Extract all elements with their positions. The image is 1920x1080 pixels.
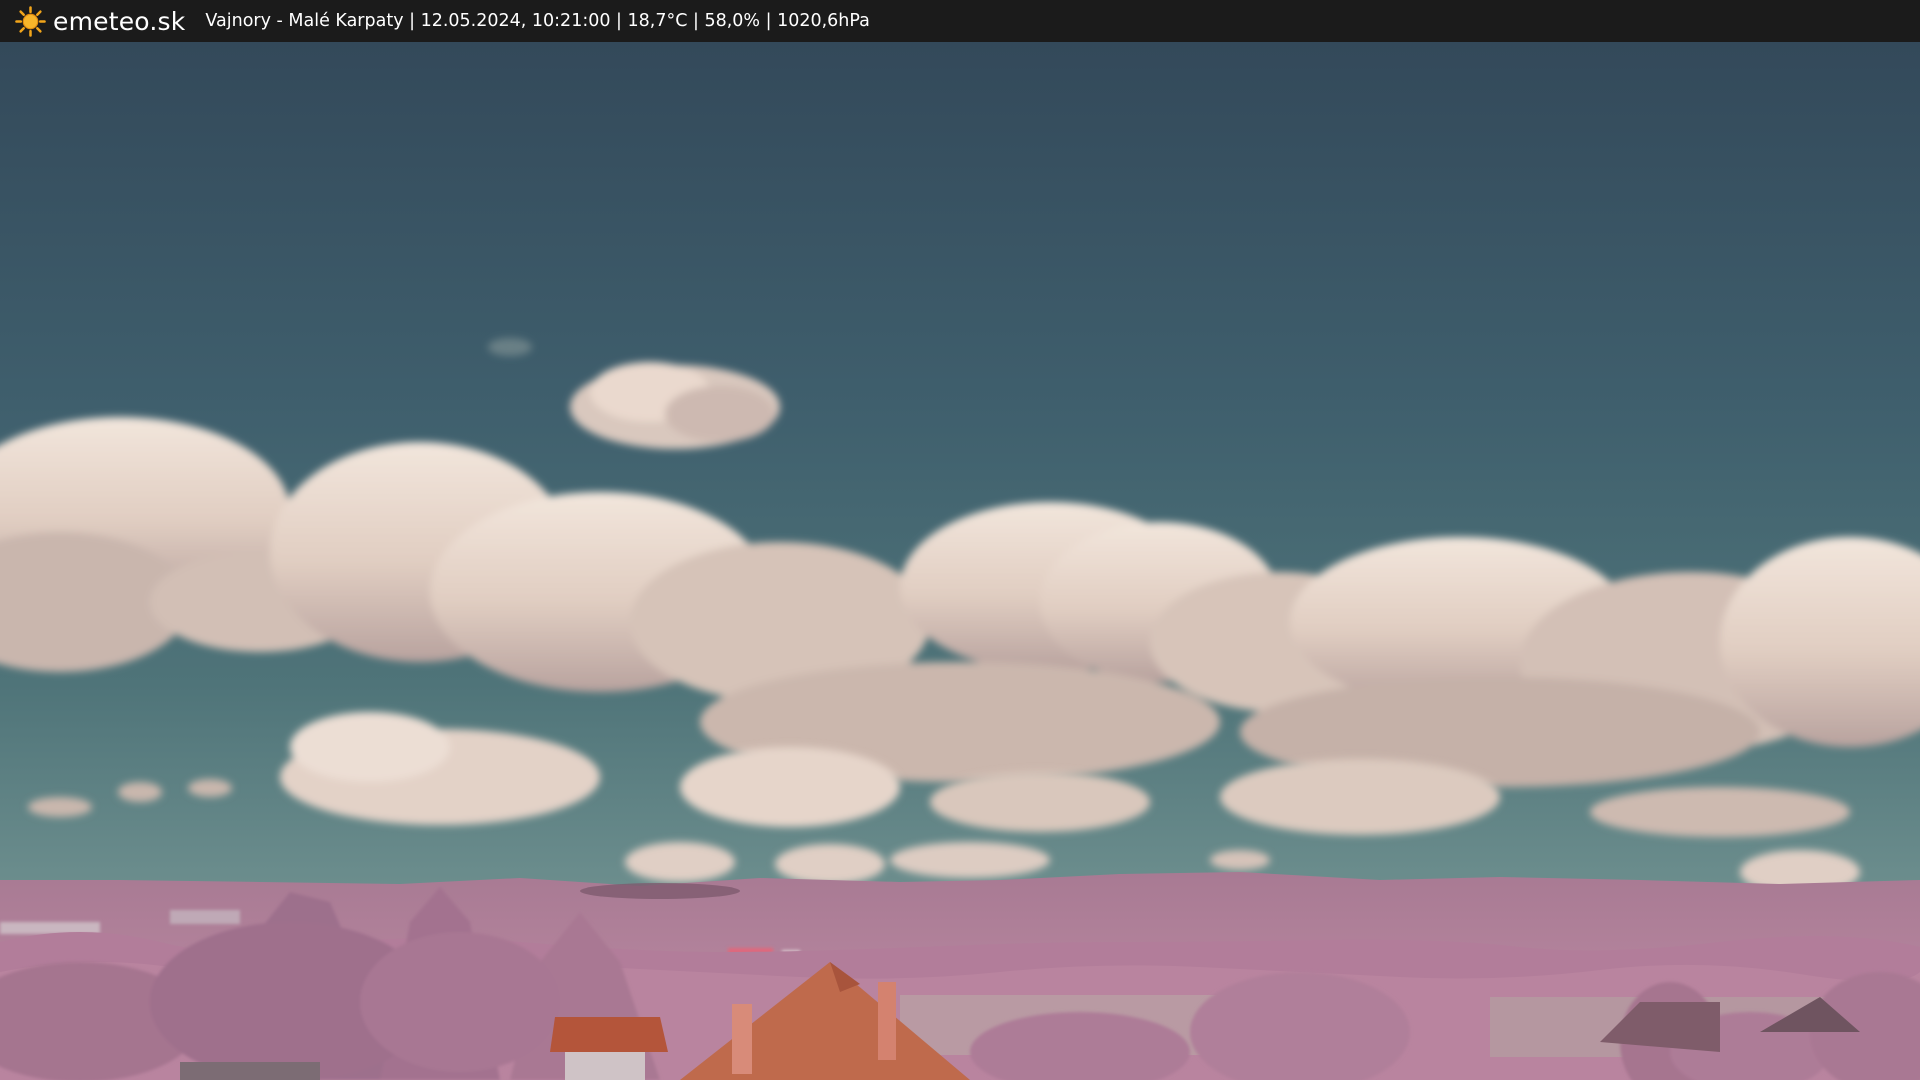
sun-icon (15, 5, 46, 37)
brand-logo-text: emeteo.sk (53, 6, 186, 36)
header-bar: emeteo.sk Vajnory - Malé Karpaty | 12.05… (0, 0, 1920, 42)
webcam-image (0, 42, 1920, 1080)
webcam-frame: emeteo.sk Vajnory - Malé Karpaty | 12.05… (0, 0, 1920, 1080)
weather-status-line: Vajnory - Malé Karpaty | 12.05.2024, 10:… (205, 11, 870, 31)
